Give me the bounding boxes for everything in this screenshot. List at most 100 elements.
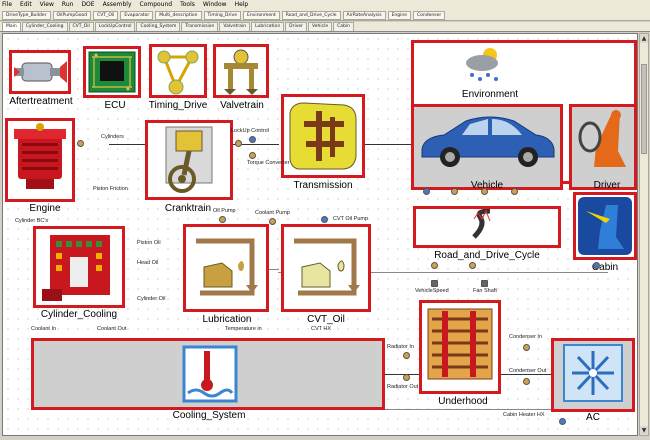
menu-bar: File Edit View Run DOE Assembly Compound Tools W… [0, 0, 650, 10]
port-road-1[interactable] [431, 262, 438, 269]
port-oil-pump[interactable] [219, 216, 226, 223]
cabin-block[interactable] [573, 192, 637, 260]
signal-condenser-out: Condenser Out [509, 368, 547, 374]
underhood-icon [427, 308, 493, 380]
tab-cvt-oil[interactable]: CVT_Oil [68, 22, 94, 31]
port-condenser-in[interactable] [523, 344, 530, 351]
lubrication-block[interactable] [183, 224, 269, 312]
aftertreatment-block[interactable] [9, 50, 71, 94]
port-crank-trans[interactable] [235, 140, 242, 147]
tab-cabin[interactable]: Cabin [333, 22, 354, 31]
underhood-block[interactable] [419, 300, 501, 394]
environment-label: Environment [461, 89, 519, 100]
cylinder-cooling-icon [42, 235, 110, 301]
snowflake-icon [563, 344, 623, 402]
port-cabin[interactable] [593, 262, 600, 269]
menu-item-compound[interactable]: Compound [140, 0, 173, 10]
port-fan-shaft[interactable] [481, 280, 488, 287]
cabin-seat-icon [578, 197, 632, 255]
tab-cylinder-cooling[interactable]: Cylinder_Cooling [21, 22, 68, 31]
toolbar-tab-airrateanalysis[interactable]: AirRateAnalysis [342, 10, 386, 20]
signal-fan-shaft: Fan Shaft [473, 288, 497, 294]
toolbar-tab-oilpumpgood[interactable]: OilPumpGood [52, 10, 92, 20]
toolbar-tab-timing-drive[interactable]: Timing_Drive [203, 10, 241, 20]
tab-lockupcontrol[interactable]: LockUpControl [94, 22, 136, 31]
toolbar-tab-environment[interactable]: Environment [242, 10, 280, 20]
scroll-up-icon[interactable]: ▲ [640, 34, 648, 43]
engine-label: Engine [29, 203, 61, 214]
timing-drive-block[interactable] [149, 44, 207, 98]
scroll-down-icon[interactable]: ▼ [640, 426, 648, 435]
valvetrain-block[interactable] [213, 44, 269, 98]
vertical-scrollbar[interactable]: ▲ ▼ [639, 33, 649, 436]
scroll-thumb[interactable] [641, 64, 647, 154]
menu-item-doe[interactable]: DOE [81, 0, 94, 10]
menu-item-view[interactable]: View [40, 0, 54, 10]
menu-item-file[interactable]: File [2, 0, 12, 10]
tab-cooling-system[interactable]: Cooling_System [136, 22, 181, 31]
toolbar-tab-condenser[interactable]: Condenser [413, 10, 446, 20]
road-and-drive-cycle-label: Road_and_Drive_Cycle [434, 250, 540, 261]
port-radiator-out[interactable] [403, 374, 410, 381]
vehicle-block[interactable] [411, 104, 563, 190]
cooling-system-block[interactable] [31, 338, 385, 410]
engine-block[interactable] [5, 118, 75, 202]
signal-cvt-hx: CVT HX [311, 326, 332, 332]
port-lockup[interactable] [249, 136, 256, 143]
port-road-2[interactable] [469, 262, 476, 269]
port-vehicle-speed[interactable] [431, 280, 438, 287]
port-env-4[interactable] [511, 188, 518, 195]
port-coolant-pump[interactable] [269, 218, 276, 225]
toolbar-tab-evaporator[interactable]: Evaporator [120, 10, 154, 20]
tab-lubrication[interactable]: Lubrication [251, 22, 285, 31]
menu-item-help[interactable]: Help [235, 0, 249, 10]
port-engine-crank[interactable] [77, 140, 84, 147]
ac-block[interactable] [551, 338, 635, 412]
driver-block[interactable] [569, 104, 637, 190]
signal-radiator-out: Radiator Out [387, 384, 419, 390]
menu-item-tools[interactable]: Tools [180, 0, 195, 10]
toolbar-tab-drivetype-builder[interactable]: DriveType_Builder [2, 10, 51, 20]
signal-condenser-in: Condenser In [509, 334, 543, 340]
ecu-block[interactable] [83, 46, 141, 98]
driver-label: Driver [593, 180, 621, 191]
toolbar-tab-engine[interactable]: Engine [387, 10, 412, 20]
timing-drive-label: Timing_Drive [148, 100, 208, 111]
toolbar-tab-road-and-drive-cycle[interactable]: Road_and_Drive_Cycle [281, 10, 341, 20]
port-cvt-oil-pump[interactable] [321, 216, 328, 223]
port-env-1[interactable] [423, 188, 430, 195]
wire-cabin-heater [383, 409, 551, 410]
tab-driver[interactable]: Driver [285, 22, 308, 31]
signal-coolant-in: Coolant In [31, 326, 57, 332]
cvt-oil-block[interactable] [281, 224, 371, 312]
transmission-block[interactable] [281, 94, 365, 178]
road-and-drive-cycle-block[interactable] [413, 206, 561, 248]
valvetrain-label: Valvetrain [220, 100, 264, 111]
port-condenser-out[interactable] [523, 378, 530, 385]
toolbar-tab-cvt-oil[interactable]: CVT_Oil [93, 10, 119, 20]
model-canvas[interactable]: Aftertreatment ECU Timing_Drive Valvetra… [2, 33, 638, 436]
ecu-chip-icon [88, 51, 136, 93]
tab-main[interactable]: Main [2, 22, 21, 31]
port-env-3[interactable] [481, 188, 488, 195]
tab-transmission[interactable]: Transmission [181, 22, 219, 31]
port-env-2[interactable] [451, 188, 458, 195]
toolbar-tab-multi-description[interactable]: Multi_description [155, 10, 202, 20]
cylinder-cooling-block[interactable] [33, 226, 125, 308]
signal-lockup-control: LockUp Control [231, 128, 269, 134]
port-cabin-heater[interactable] [559, 418, 566, 425]
tab-valvetrain[interactable]: Valvetrain [219, 22, 251, 31]
menu-item-window[interactable]: Window [203, 0, 227, 10]
cranktrain-block[interactable] [145, 120, 233, 200]
toolbar-tabs: DriveType_Builder OilPumpGood CVT_Oil Evapo… [0, 10, 650, 21]
menu-item-assembly[interactable]: Assembly [103, 0, 132, 10]
cvt-oil-label: CVT_Oil [307, 314, 345, 325]
weather-icon [466, 48, 498, 81]
cylinder-cooling-label: Cylinder_Cooling [40, 309, 118, 320]
menu-item-run[interactable]: Run [62, 0, 74, 10]
tab-vehicle[interactable]: Vehicle [308, 22, 333, 31]
port-radiator-in[interactable] [403, 352, 410, 359]
signal-torque-converter: Torque Converter [247, 160, 290, 166]
port-torque[interactable] [249, 152, 256, 159]
menu-item-edit[interactable]: Edit [20, 0, 32, 10]
